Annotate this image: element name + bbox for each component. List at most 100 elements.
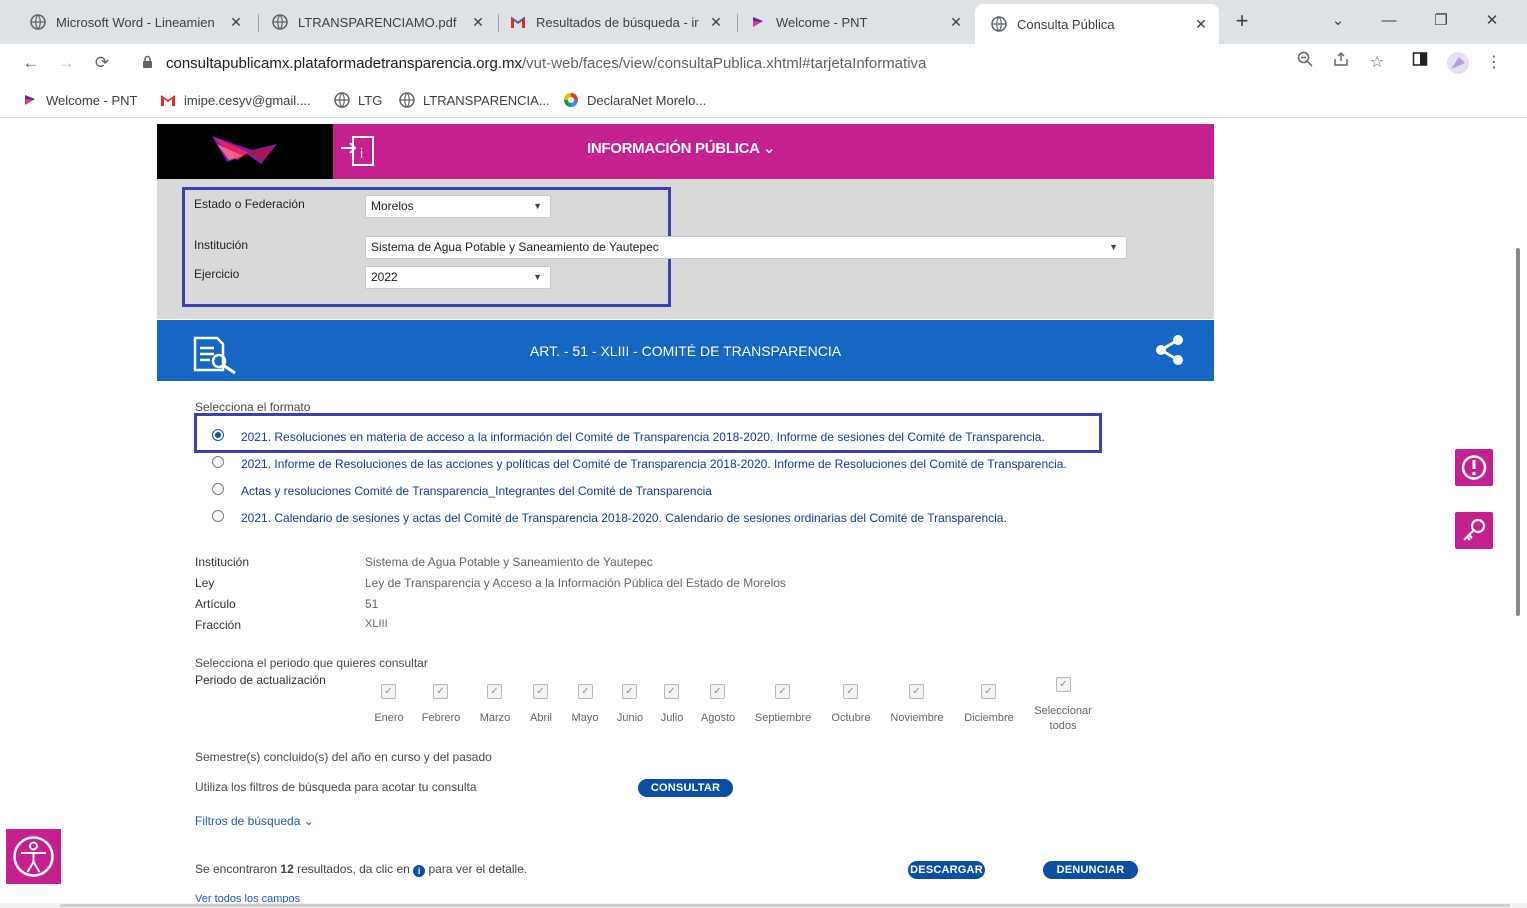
bookmark-item[interactable]: LTRANSPARENCIA... xyxy=(399,90,550,110)
dropdown-caret-icon: ▼ xyxy=(533,201,542,211)
declaranet-icon xyxy=(563,92,579,108)
format-option-4[interactable]: 2021. Calendario de sesiones y actas del… xyxy=(241,511,1007,525)
window-close-icon[interactable]: ✕ xyxy=(1477,8,1507,34)
accessibility-button[interactable] xyxy=(6,829,61,884)
informacion-publica-menu[interactable]: INFORMACIÓN PÚBLICA ⌄ xyxy=(587,124,776,179)
close-icon[interactable]: ✕ xyxy=(706,14,726,31)
results-summary: Se encontraron 12 resultados, da clic en… xyxy=(195,862,527,877)
browser-tab-active[interactable]: Consulta Pública ✕ xyxy=(975,4,1219,44)
url-path: /vut-web/faces/view/consultaPublica.xhtm… xyxy=(522,54,927,72)
bookmarks-bar: Welcome - PNT imipe.cesyv@gmail.... LTG … xyxy=(0,82,1527,118)
month-checkbox-agosto[interactable]: ✓ xyxy=(710,684,725,699)
month-checkbox-julio[interactable]: ✓ xyxy=(664,684,679,699)
format-option-2[interactable]: 2021. Informe de Resoluciones de las acc… xyxy=(241,457,1067,471)
tab-title: Welcome - PNT xyxy=(776,14,868,30)
alert-button[interactable] xyxy=(1455,449,1493,486)
new-tab-button[interactable]: + xyxy=(1230,10,1254,34)
bookmark-star-icon[interactable]: ☆ xyxy=(1365,51,1389,75)
back-icon[interactable]: ← xyxy=(19,51,43,75)
close-icon[interactable]: ✕ xyxy=(468,14,488,31)
consultar-button[interactable]: CONSULTAR xyxy=(638,779,733,797)
browser-toolbar: ← → ⟳ consultapublicamx.plataformadetran… xyxy=(0,44,1527,82)
month-label: Febrero xyxy=(421,712,461,724)
bookmark-item[interactable]: LTG xyxy=(334,90,382,110)
minimize-icon[interactable]: — xyxy=(1374,8,1404,34)
format-option-1[interactable]: 2021. Resoluciones en materia de acceso … xyxy=(241,430,1045,444)
info-ley-label: Ley xyxy=(195,576,215,590)
estado-label: Estado o Federación xyxy=(194,197,305,211)
globe-icon xyxy=(991,16,1007,32)
tab-title: Consulta Pública xyxy=(1017,16,1115,32)
format-radio-2[interactable] xyxy=(212,456,224,468)
month-checkbox-junio[interactable]: ✓ xyxy=(622,684,637,699)
pnt-icon xyxy=(22,92,38,108)
ejercicio-select[interactable]: 2022 ▼ xyxy=(365,266,551,289)
descargar-button[interactable]: DESCARGAR xyxy=(908,861,985,879)
reload-icon[interactable]: ⟳ xyxy=(90,51,114,75)
share-page-icon[interactable] xyxy=(1329,51,1353,75)
month-checkbox-febrero[interactable]: ✓ xyxy=(433,684,448,699)
format-option-3[interactable]: Actas y resoluciones Comité de Transpare… xyxy=(241,484,712,498)
institucion-select[interactable]: Sistema de Agua Potable y Saneamiento de… xyxy=(365,236,1127,259)
restore-icon[interactable]: ❐ xyxy=(1426,8,1456,34)
bookmark-label: imipe.cesyv@gmail.... xyxy=(184,92,311,108)
close-icon[interactable]: ✕ xyxy=(946,14,966,31)
address-bar[interactable]: consultapublicamx.plataformadetransparen… xyxy=(128,48,1284,78)
bookmark-label: Welcome - PNT xyxy=(46,92,138,108)
zoom-icon[interactable] xyxy=(1293,51,1317,75)
exit-icon[interactable]: i xyxy=(339,134,377,168)
month-checkbox-mayo[interactable]: ✓ xyxy=(578,684,593,699)
forward-icon[interactable]: → xyxy=(54,51,78,75)
denunciar-button[interactable]: DENUNCIAR xyxy=(1043,861,1138,879)
select-all-label: todos xyxy=(1049,720,1077,732)
results-middle: resultados, da clic en xyxy=(293,862,414,876)
info-articulo-label: Artículo xyxy=(195,597,236,611)
month-label: Septiembre xyxy=(754,712,812,724)
site-logo[interactable] xyxy=(157,124,333,179)
format-radio-3[interactable] xyxy=(212,483,224,495)
menu-dots-icon[interactable]: ⋮ xyxy=(1482,51,1506,75)
results-prefix: Se encontraron xyxy=(195,862,281,876)
browser-tab[interactable]: Welcome - PNT ✕ xyxy=(734,6,974,38)
estado-select[interactable]: Morelos ▼ xyxy=(365,195,551,218)
month-checkbox-enero[interactable]: ✓ xyxy=(381,684,396,699)
browser-tab[interactable]: LTRANSPARENCIAMO.pdf ✕ xyxy=(256,6,496,38)
month-checkbox-marzo[interactable]: ✓ xyxy=(487,684,502,699)
close-icon[interactable]: ✕ xyxy=(1191,16,1211,33)
profile-avatar-icon[interactable] xyxy=(1446,51,1470,75)
semester-note: Semestre(s) concluido(s) del año en curs… xyxy=(195,750,492,764)
month-label: Agosto xyxy=(700,712,736,724)
share-icon[interactable] xyxy=(1155,334,1185,366)
format-radio-4[interactable] xyxy=(212,510,224,522)
month-checkbox-septiembre[interactable]: ✓ xyxy=(775,684,790,699)
lock-icon xyxy=(142,55,156,72)
browser-tab[interactable]: Resultados de búsqueda - ir ✕ xyxy=(494,6,734,38)
month-checkbox-abril[interactable]: ✓ xyxy=(533,684,548,699)
month-label: Abril xyxy=(529,712,552,724)
select-all-checkbox[interactable]: ✓ xyxy=(1056,677,1071,692)
side-panel-icon[interactable] xyxy=(1408,51,1432,75)
format-radio-1[interactable] xyxy=(212,429,224,441)
tab-title: Microsoft Word - Lineamien xyxy=(56,14,215,30)
bookmark-item[interactable]: imipe.cesyv@gmail.... xyxy=(160,90,311,110)
key-tool-button[interactable] xyxy=(1455,512,1493,549)
tab-search-icon[interactable]: ⌄ xyxy=(1323,8,1353,34)
scrollbar-thumb[interactable] xyxy=(60,904,1510,907)
horizontal-scrollbar[interactable] xyxy=(0,903,1527,908)
vertical-scrollbar[interactable] xyxy=(1516,248,1520,616)
gmail-icon xyxy=(160,92,176,108)
ejercicio-label: Ejercicio xyxy=(194,267,240,281)
browser-tab-bar: Microsoft Word - Lineamien ✕ LTRANSPAREN… xyxy=(0,0,1527,44)
month-checkbox-noviembre[interactable]: ✓ xyxy=(909,684,924,699)
bookmark-item[interactable]: DeclaraNet Morelo... xyxy=(563,90,706,110)
info-fraccion-value: XLIII xyxy=(365,618,388,630)
bookmark-item[interactable]: Welcome - PNT xyxy=(22,90,138,110)
article-title: ART. - 51 - XLIII - COMITÉ DE TRANSPAREN… xyxy=(529,343,842,359)
browser-tab[interactable]: Microsoft Word - Lineamien ✕ xyxy=(14,6,254,38)
close-icon[interactable]: ✕ xyxy=(226,14,246,31)
filtros-busqueda-link[interactable]: Filtros de búsqueda ⌄ xyxy=(195,814,314,828)
month-label: Octubre xyxy=(831,712,871,724)
institucion-label: Institución xyxy=(194,238,249,252)
month-checkbox-octubre[interactable]: ✓ xyxy=(843,684,858,699)
month-checkbox-diciembre[interactable]: ✓ xyxy=(981,684,996,699)
